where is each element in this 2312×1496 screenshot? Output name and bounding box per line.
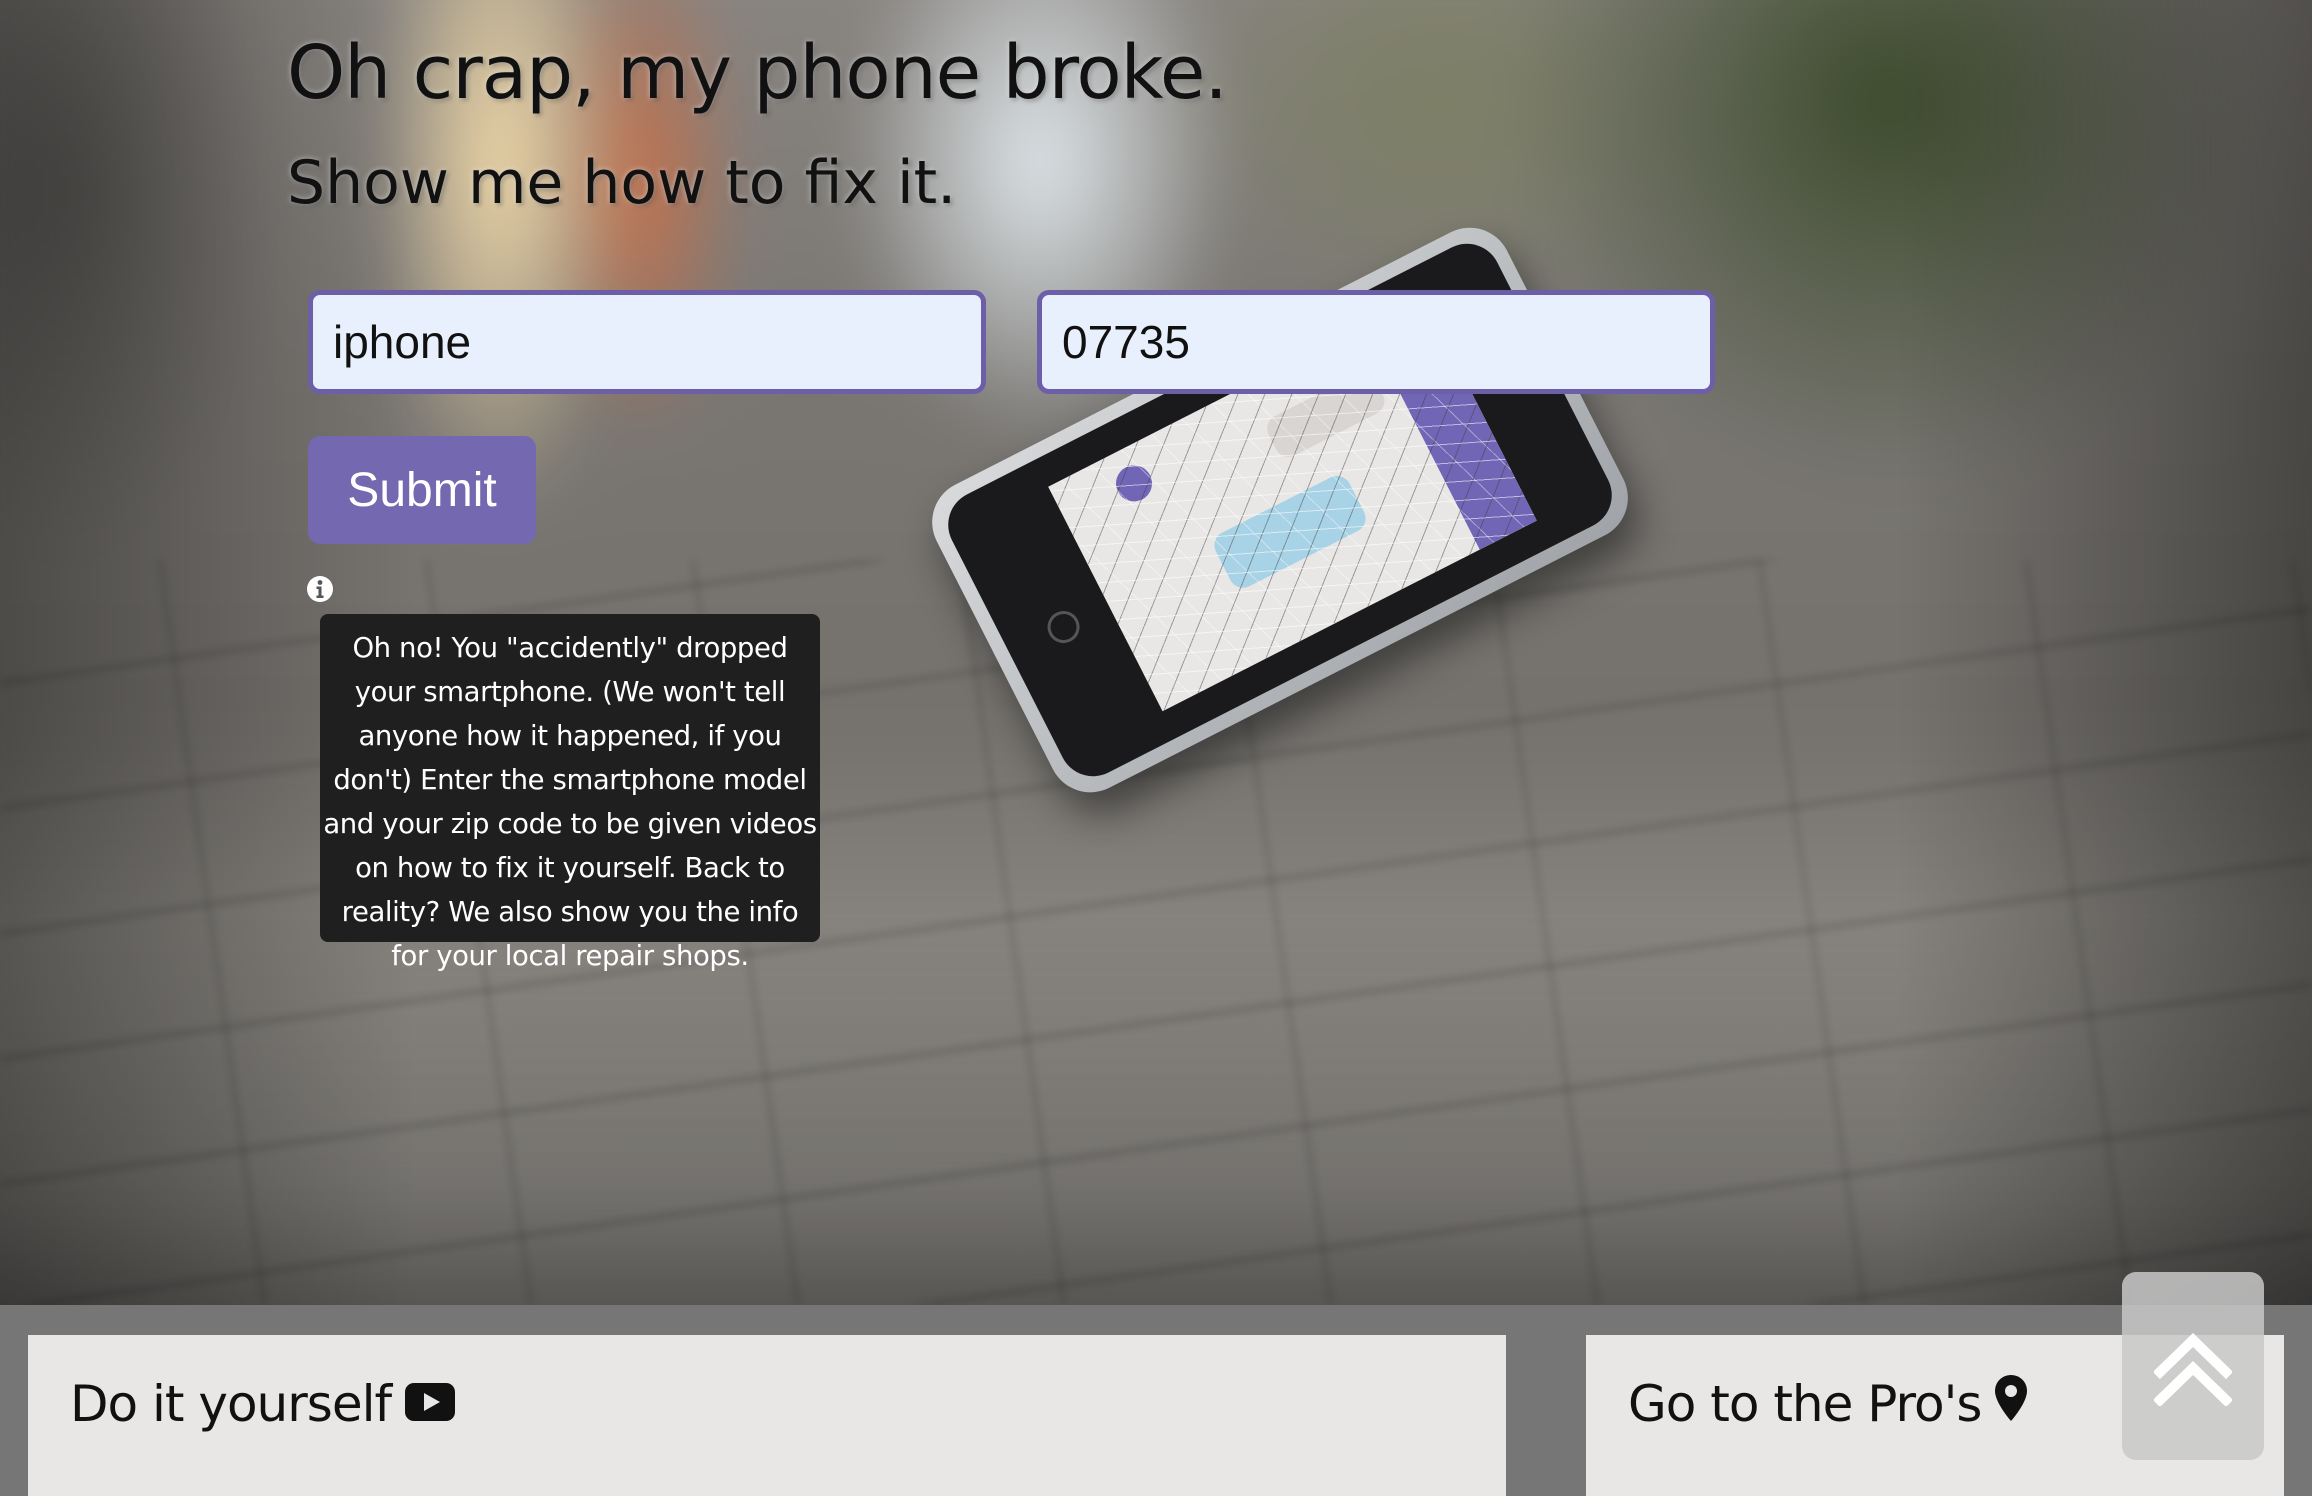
zip-code-input[interactable] [1037,290,1715,394]
map-marker-icon [1995,1375,2028,1433]
submit-button[interactable]: Submit [308,436,536,544]
pros-panel-title: Go to the Pro's [1628,1375,2028,1433]
double-chevron-up-icon [2154,1333,2232,1406]
diy-panel-title: Do it yourself [70,1375,456,1433]
diy-title-text: Do it yourself [70,1375,392,1433]
info-circle-icon[interactable] [305,574,335,604]
phone-model-input[interactable] [308,290,986,394]
info-tooltip: Oh no! You "accidently" dropped your sma… [320,614,820,972]
youtube-icon [405,1375,456,1433]
page-subtitle: Show me how to fix it. [287,148,957,218]
diy-panel: Do it yourself [28,1335,1506,1496]
pros-title-text: Go to the Pro's [1628,1375,1982,1433]
page-title: Oh crap, my phone broke. [287,30,1228,116]
scroll-to-top-button[interactable] [2122,1272,2264,1460]
